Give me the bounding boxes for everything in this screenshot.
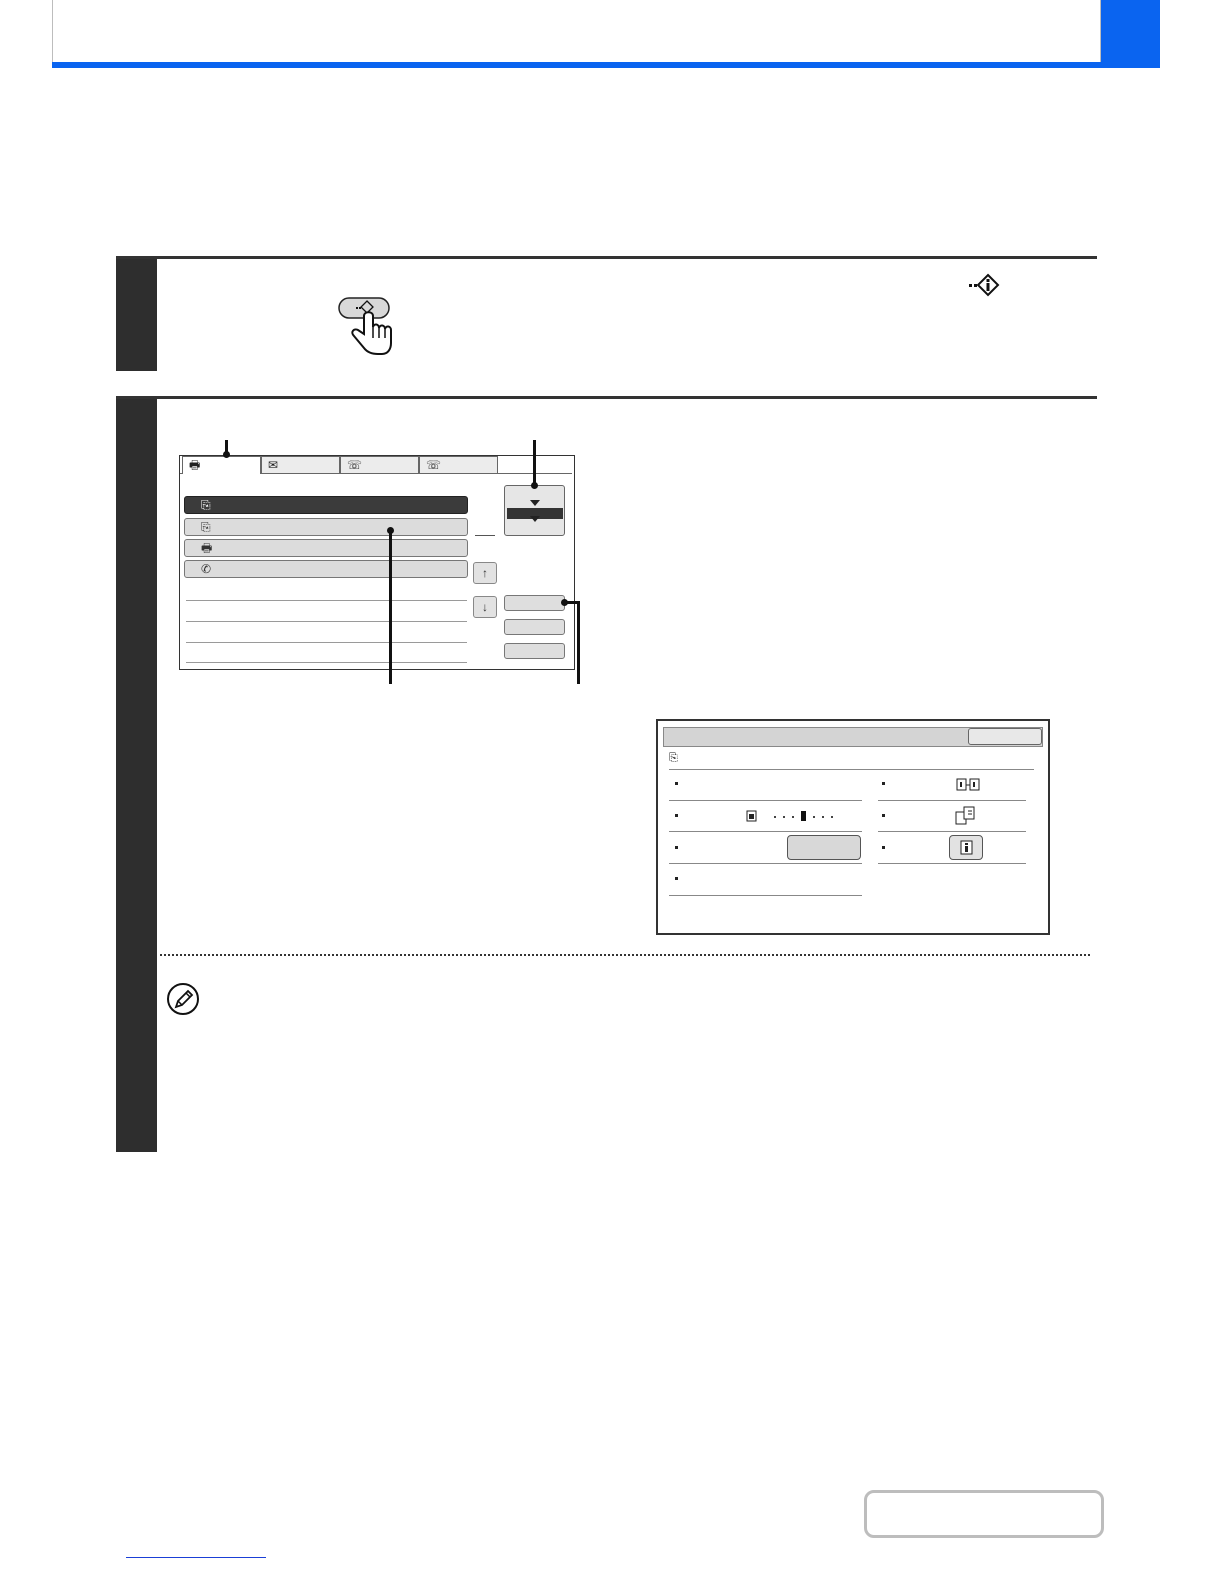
tab-internet-fax[interactable]: ☏ xyxy=(419,456,498,474)
dialog-divider xyxy=(878,831,1026,832)
setting-bullet xyxy=(882,782,885,785)
priority-button[interactable] xyxy=(504,643,565,659)
note-separator xyxy=(160,954,1090,956)
dialog-divider xyxy=(669,800,862,801)
page-header-box xyxy=(52,0,1101,64)
job-row[interactable]: ⎘ xyxy=(184,518,468,536)
stop-delete-button[interactable] xyxy=(504,619,565,635)
info-button[interactable] xyxy=(949,835,983,860)
job-status-key-icon xyxy=(969,273,1000,297)
empty-job-row xyxy=(186,642,467,643)
empty-job-row xyxy=(186,662,467,663)
finger-press-icon xyxy=(338,297,392,355)
job-row-selected[interactable]: ⎘ xyxy=(184,496,468,514)
print-tab-icon: 🖶 xyxy=(189,458,201,472)
setting-bullet xyxy=(675,782,678,785)
callout-mode-dot xyxy=(531,482,538,489)
special-modes-button[interactable] xyxy=(787,835,861,860)
dialog-ok-button[interactable] xyxy=(968,728,1042,745)
job-row[interactable]: ✆ xyxy=(184,560,468,578)
step-1-number-bar xyxy=(116,259,157,371)
empty-job-row xyxy=(186,600,467,601)
setting-bullet xyxy=(882,814,885,817)
fax-job-icon: ✆ xyxy=(201,562,212,576)
pencil-note-icon xyxy=(167,983,199,1015)
callout-job-line xyxy=(389,530,392,684)
scan-tab-icon: ✉ xyxy=(268,458,279,472)
dialog-divider xyxy=(878,800,1026,801)
callout-tab-dot xyxy=(223,451,230,458)
setting-bullet xyxy=(882,846,885,849)
dialog-divider xyxy=(878,863,1026,864)
tab-fax[interactable]: ☏ xyxy=(340,456,419,474)
exposure-scale-icon xyxy=(746,810,833,822)
dialog-divider xyxy=(669,863,862,864)
chevron-down-icon xyxy=(530,516,540,522)
copy-job-icon: ⎘ xyxy=(201,520,211,534)
page-header-accent-line xyxy=(52,62,1160,68)
copy-job-icon: ⎘ xyxy=(201,498,211,512)
empty-job-row xyxy=(186,621,467,622)
output-setting-icon xyxy=(955,806,975,825)
callout-mode-line xyxy=(533,440,536,486)
duplex-setting-icon xyxy=(956,778,980,791)
footer-link[interactable] xyxy=(126,1557,266,1558)
arrow-down-icon: ↓ xyxy=(482,600,488,614)
chapter-tab[interactable] xyxy=(1101,0,1160,68)
step-2-number-bar xyxy=(116,399,157,1152)
scroll-down-button[interactable]: ↓ xyxy=(473,596,497,618)
dialog-divider xyxy=(669,895,862,896)
arrow-up-icon: ↑ xyxy=(482,566,488,580)
setting-bullet xyxy=(675,877,678,880)
job-queue-mode-selector[interactable] xyxy=(504,485,565,536)
scroll-up-button[interactable]: ↑ xyxy=(473,562,497,584)
detail-button[interactable] xyxy=(504,595,565,611)
callout-job-dot xyxy=(387,527,394,534)
setting-bullet xyxy=(675,814,678,817)
contents-button[interactable] xyxy=(864,1490,1104,1538)
job-row[interactable]: 🖶 xyxy=(184,539,468,557)
info-icon xyxy=(960,840,973,855)
fax-tab-icon: ☏ xyxy=(347,458,363,472)
job-detail-dialog xyxy=(656,719,1050,935)
step-1-top-rule xyxy=(116,256,1097,259)
callout-detail-dot xyxy=(561,599,568,606)
dialog-divider xyxy=(669,831,862,832)
setting-bullet xyxy=(675,846,678,849)
tab-scan[interactable]: ✉ xyxy=(261,456,340,474)
printer-job-icon: 🖶 xyxy=(201,541,213,555)
copy-job-icon: ⎘ xyxy=(669,752,678,764)
internet-fax-tab-icon: ☏ xyxy=(426,458,442,472)
page-indicator xyxy=(475,535,495,536)
tab-print[interactable]: 🖶 xyxy=(182,456,261,474)
triangle-down-icon xyxy=(530,500,540,506)
step-2-top-rule xyxy=(116,396,1097,399)
dialog-divider xyxy=(669,769,1034,770)
callout-detail-line xyxy=(577,601,580,684)
